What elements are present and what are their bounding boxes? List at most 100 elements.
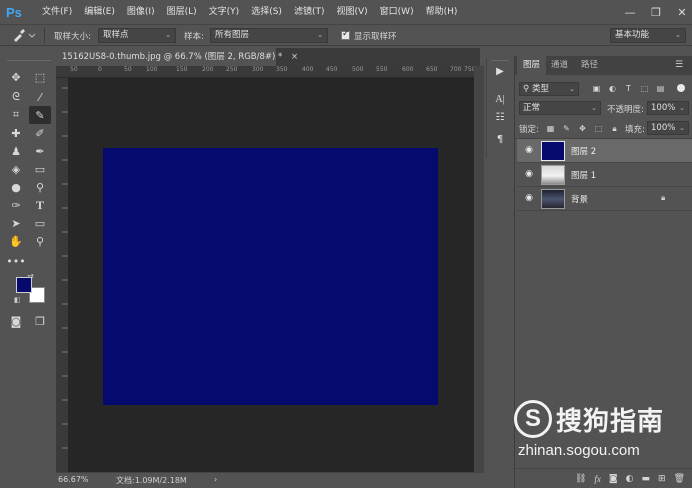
- chevron-down-icon: ⌄: [165, 31, 171, 39]
- eye-icon[interactable]: ◉: [523, 145, 535, 157]
- minimize-button[interactable]: —: [624, 6, 636, 19]
- eyedropper-tool[interactable]: ✎: [29, 106, 51, 124]
- layer-thumbnail: [541, 141, 565, 161]
- lock-all-icon[interactable]: 🔒︎: [609, 123, 620, 134]
- default-colors-icon[interactable]: ◧: [14, 296, 21, 304]
- menu-select[interactable]: 选择(S): [245, 0, 288, 24]
- layer-style-icon[interactable]: fx: [594, 474, 601, 484]
- paragraph-styles-icon[interactable]: ☷: [493, 112, 507, 126]
- type-icon: T: [35, 197, 44, 212]
- delete-layer-icon[interactable]: 🗑︎: [674, 474, 685, 484]
- menu-layer[interactable]: 图层(L): [161, 0, 203, 24]
- lasso-tool[interactable]: ᘓ: [5, 88, 27, 106]
- filter-pixel-icon[interactable]: ▣: [591, 83, 602, 94]
- adjustment-layer-icon[interactable]: ◐: [626, 474, 634, 484]
- blur-tool[interactable]: ●: [5, 178, 27, 196]
- dodge-tool[interactable]: ⚲: [29, 178, 51, 196]
- menu-window[interactable]: 窗口(W): [374, 0, 420, 24]
- layer-row-layer-2[interactable]: ◉ 图层 2: [517, 139, 692, 163]
- gradient-tool[interactable]: ▭: [29, 160, 51, 178]
- filter-adjustment-icon[interactable]: ◐: [607, 83, 618, 94]
- pen-tool[interactable]: ✑: [5, 196, 27, 214]
- zoom-tool[interactable]: ⚲: [29, 232, 51, 250]
- document-title: 15162US8-0.thumb.jpg @ 66.7% (图层 2, RGB/…: [62, 52, 283, 62]
- history-panel-icon[interactable]: ▶: [493, 66, 507, 80]
- lock-position-icon[interactable]: ✥: [577, 123, 588, 134]
- edit-toolbar-button[interactable]: •••: [5, 252, 27, 270]
- character-panel-icon[interactable]: A|: [493, 94, 507, 108]
- magic-wand-tool[interactable]: ⁄: [29, 88, 51, 106]
- chevron-down-icon: ⌄: [675, 31, 681, 39]
- new-group-icon[interactable]: ▬: [642, 474, 651, 484]
- document-canvas[interactable]: [103, 148, 438, 405]
- menu-view[interactable]: 视图(V): [330, 0, 373, 24]
- filter-type-icon[interactable]: T: [623, 83, 634, 94]
- fill-input[interactable]: 100% ⌄: [647, 121, 689, 135]
- healing-brush-tool[interactable]: ✚: [5, 124, 27, 142]
- restore-button[interactable]: ❐: [650, 6, 662, 19]
- show-ring-checkbox[interactable]: [341, 29, 350, 40]
- workspace-select[interactable]: 基本功能 ⌄: [610, 28, 686, 43]
- menu-help[interactable]: 帮助(H): [420, 0, 464, 24]
- watermark-brand: 搜狗指南: [556, 407, 665, 437]
- path-selection-tool[interactable]: ➤: [5, 214, 27, 232]
- link-layers-icon[interactable]: ⛓: [575, 474, 586, 484]
- document-tab[interactable]: 15162US8-0.thumb.jpg @ 66.7% (图层 2, RGB/…: [56, 48, 298, 66]
- menu-file[interactable]: 文件(F): [36, 0, 78, 24]
- filter-shape-icon[interactable]: ⬚: [639, 83, 650, 94]
- tool-preset-picker[interactable]: [10, 28, 36, 43]
- paragraph-panel-icon[interactable]: ¶: [493, 134, 507, 148]
- screen-mode-icon: ❐: [35, 314, 45, 328]
- shape-tool[interactable]: ▭: [29, 214, 51, 232]
- screen-mode-button[interactable]: ❐: [29, 312, 51, 330]
- vertical-scrollbar[interactable]: [474, 66, 484, 472]
- blend-mode-select[interactable]: 正常 ⌄: [519, 101, 601, 115]
- eye-icon[interactable]: ◉: [523, 193, 535, 205]
- opacity-input[interactable]: 100% ⌄: [647, 101, 689, 115]
- lock-artboard-icon[interactable]: ⬚: [593, 123, 604, 134]
- filter-toggle[interactable]: [677, 84, 685, 92]
- add-mask-icon[interactable]: ◙: [609, 474, 618, 484]
- chevron-down-icon: ⌄: [591, 104, 597, 112]
- crop-tool[interactable]: ⌗: [5, 106, 27, 124]
- history-brush-tool[interactable]: ✒: [29, 142, 51, 160]
- layer-filter-select[interactable]: ⚲ 类型 ⌄: [519, 82, 579, 96]
- ruler-tick: 300: [252, 66, 264, 73]
- menu-type[interactable]: 文字(Y): [203, 0, 246, 24]
- ruler-tick: 550: [376, 66, 388, 73]
- status-menu-arrow[interactable]: ›: [214, 475, 217, 484]
- menu-filter[interactable]: 滤镜(T): [288, 0, 331, 24]
- tab-paths[interactable]: 路径: [575, 56, 604, 75]
- filter-smart-object-icon[interactable]: ▤: [655, 83, 666, 94]
- options-bar: 取样大小: 取样点 ⌄ 样本: 所有图层 ⌄ 显示取样环 基本功能 ⌄: [0, 24, 692, 46]
- move-tool[interactable]: ✥: [5, 68, 27, 86]
- menu-edit[interactable]: 编辑(E): [78, 0, 121, 24]
- hand-tool[interactable]: ✋: [5, 232, 27, 250]
- marquee-tool[interactable]: ⬚: [29, 68, 51, 86]
- clone-stamp-tool[interactable]: ♟: [5, 142, 27, 160]
- sample-label: 样本:: [184, 32, 204, 42]
- arrow-icon: ➤: [11, 216, 21, 230]
- window-controls: — ❐ ✕: [624, 0, 688, 24]
- zoom-level[interactable]: 66.67%: [58, 475, 89, 484]
- type-tool[interactable]: T: [29, 196, 51, 214]
- sample-select[interactable]: 所有图层 ⌄: [210, 28, 328, 43]
- lock-transparency-icon[interactable]: ▦: [545, 123, 556, 134]
- close-button[interactable]: ✕: [676, 6, 688, 19]
- zoom-icon: ⚲: [35, 234, 45, 248]
- panel-menu-icon[interactable]: ☰: [675, 60, 683, 70]
- lock-pixels-icon[interactable]: ✎: [561, 123, 572, 134]
- sample-size-select[interactable]: 取样点 ⌄: [98, 28, 176, 43]
- close-tab-icon[interactable]: ×: [291, 52, 298, 62]
- foreground-color-swatch[interactable]: [16, 277, 32, 293]
- tab-layers[interactable]: 图层: [517, 56, 547, 75]
- eraser-tool[interactable]: ◈: [5, 160, 27, 178]
- tab-channels[interactable]: 通道: [545, 56, 574, 75]
- eye-icon[interactable]: ◉: [523, 169, 535, 181]
- layer-row-layer-1[interactable]: ◉ 图层 1: [517, 163, 692, 187]
- menu-image[interactable]: 图像(I): [121, 0, 161, 24]
- brush-tool[interactable]: ✐: [29, 124, 51, 142]
- new-layer-icon[interactable]: ⊞: [658, 474, 666, 484]
- layer-row-background[interactable]: ◉ 背景 🔒︎: [517, 187, 692, 211]
- quick-mask-button[interactable]: ◙: [5, 312, 27, 330]
